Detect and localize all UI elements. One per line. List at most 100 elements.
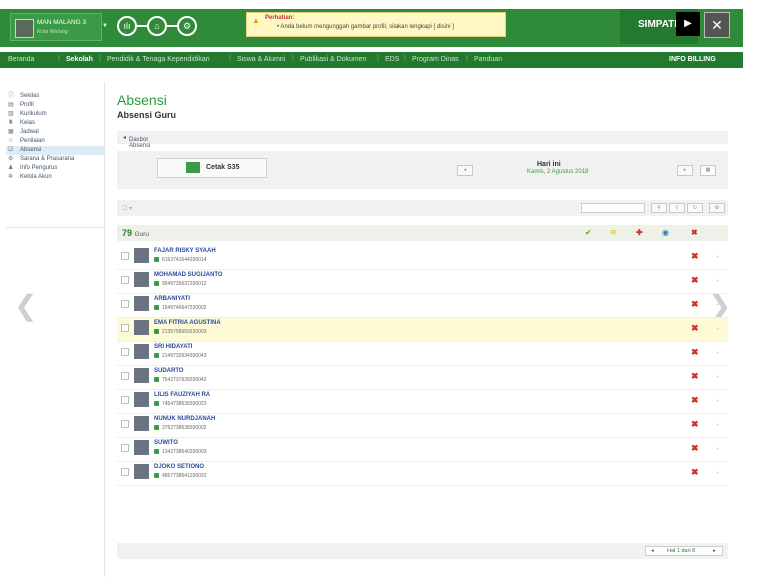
absent-icon[interactable]: ✖ [691, 251, 699, 262]
chevron-down-icon[interactable]: ⌄ [715, 300, 720, 307]
teacher-name[interactable]: ARBANIYATI [154, 296, 190, 302]
sidebar-item-penilaian[interactable]: ☆ Penilaian [6, 137, 104, 146]
sidebar-item-profil[interactable]: ▤ Profil [6, 101, 104, 110]
row-checkbox[interactable] [121, 300, 129, 308]
menu-eds[interactable]: EDS [385, 56, 399, 63]
school-icon[interactable]: ⌂ [147, 16, 167, 36]
teacher-name[interactable]: MOHAMAD SUGIJANTO [154, 272, 223, 278]
teacher-name[interactable]: LILIS FAUZIYAH RA [154, 392, 210, 398]
table-row[interactable]: FAJAR RISKY SYAAH 6163741644200014 ✖ ⌄ [117, 246, 728, 270]
gear-icon[interactable]: ⚙ [709, 203, 725, 213]
prev-page-button[interactable]: ◂ [651, 547, 654, 555]
sidebar-item-sekilas[interactable]: ⓘ Sekilas [6, 92, 104, 101]
chevron-down-icon[interactable]: ⌄ [715, 444, 720, 451]
table-row[interactable]: SUDARTO 7542737639200042 ✖ ⌄ [117, 366, 728, 390]
sidebar-item-absensi[interactable]: ☑ Absensi [6, 146, 104, 155]
mail-icon[interactable]: ✉ [610, 228, 617, 237]
plus-icon[interactable]: ✚ [636, 228, 643, 237]
row-checkbox[interactable] [121, 396, 129, 404]
gear-icon[interactable]: ⚙ [177, 16, 197, 36]
sidebar-item-info-pengurus[interactable]: ♟ Info Pengurus [6, 164, 104, 173]
absent-icon[interactable]: ✖ [691, 299, 699, 310]
avatar [134, 440, 149, 455]
chevron-down-icon[interactable]: ⌄ [715, 252, 720, 259]
table-row[interactable]: EMA FITRIA AGUSTINA 2135758659220003 ✖ ⌄ [117, 318, 728, 342]
chevron-down-icon[interactable]: ⌄ [715, 324, 720, 331]
absent-icon[interactable]: ✖ [691, 371, 699, 382]
absent-icon[interactable]: ✖ [691, 419, 699, 430]
absent-icon[interactable]: ✖ [691, 395, 699, 406]
row-checkbox[interactable] [121, 348, 129, 356]
sidebar-item-kurikulum[interactable]: ▥ Kurikulum [6, 110, 104, 119]
chevron-down-icon[interactable]: ⌄ [715, 348, 720, 355]
chevron-down-icon[interactable]: ⌄ [715, 468, 720, 475]
refresh-icon[interactable]: ↻ [687, 203, 703, 213]
table-row[interactable]: SRI HIDAYATI 2149732634300043 ✖ ⌄ [117, 342, 728, 366]
menu-sekolah[interactable]: Sekolah [66, 56, 93, 63]
absent-icon[interactable]: ✖ [691, 443, 699, 454]
info-billing-link[interactable]: INFO BILLING [669, 56, 716, 63]
teacher-name[interactable]: NUNUK NURDJANAH [154, 416, 215, 422]
row-checkbox[interactable] [121, 420, 129, 428]
menu-panduan[interactable]: Panduan [474, 56, 502, 63]
next-day-button[interactable]: ▸ [677, 165, 693, 176]
absent-icon[interactable]: ✖ [691, 347, 699, 358]
row-checkbox[interactable] [121, 468, 129, 476]
teacher-name[interactable]: DJOKO SETIONO [154, 464, 204, 470]
search-input[interactable] [581, 203, 645, 213]
teacher-name[interactable]: SRI HIDAYATI [154, 344, 192, 350]
check-icon[interactable]: ✔ [585, 228, 592, 237]
prev-day-button[interactable]: ◂ [457, 165, 473, 176]
breadcrumb-back-link[interactable]: ◂ Dasbor Absensi [123, 134, 150, 149]
sidebar-item-sarana[interactable]: ⚙ Sarana & Prasarana [6, 155, 104, 164]
row-checkbox[interactable] [121, 324, 129, 332]
alert-message[interactable]: • Anda belum mengunggah gambar profil, s… [277, 24, 454, 30]
table-row[interactable]: DJOKO SETIONO 4857738641200032 ✖ ⌄ [117, 462, 728, 486]
row-checkbox[interactable] [121, 444, 129, 452]
row-checkbox[interactable] [121, 372, 129, 380]
chevron-down-icon[interactable]: ⌄ [715, 372, 720, 379]
menu-program-dinas[interactable]: Program Dinas [412, 56, 459, 63]
teacher-name[interactable]: SUDARTO [154, 368, 184, 374]
chevron-down-icon[interactable]: ⌄ [715, 420, 720, 427]
table-row[interactable]: NUNUK NURDJANAH 3752738638300002 ✖ ⌄ [117, 414, 728, 438]
clock-icon[interactable]: ◉ [662, 228, 669, 237]
school-selector[interactable]: MAN MALANG 3 Kota Malang [10, 13, 102, 41]
chevron-down-icon[interactable]: ⌄ [715, 396, 720, 403]
chevron-left-icon[interactable]: ❮ [14, 289, 37, 322]
search-icon[interactable]: ⚲ [651, 203, 667, 213]
sidebar-item-kelas[interactable]: ♜ Kelas [6, 119, 104, 128]
pager-control[interactable]: ◂ Hal 1 dari 8 ▸ [645, 546, 723, 556]
sidebar-item-kelola-akun[interactable]: ✲ Kelola Akun [6, 173, 104, 182]
table-row[interactable]: MOHAMAD SUGIJANTO 9549735637200012 ✖ ⌄ [117, 270, 728, 294]
absent-icon[interactable]: ✖ [691, 467, 699, 478]
teacher-nip: 6163741644200014 [162, 257, 207, 263]
table-row[interactable]: LILIS FAUZIYAH RA 7454738639300023 ✖ ⌄ [117, 390, 728, 414]
close-icon[interactable]: ✖ [691, 228, 698, 237]
close-icon[interactable]: ✕ [704, 12, 730, 38]
next-page-button[interactable]: ▸ [713, 547, 716, 555]
teacher-name[interactable]: SUWITO [154, 440, 178, 446]
row-checkbox[interactable] [121, 276, 129, 284]
sidebar-divider [6, 227, 104, 228]
print-button[interactable]: Cetak S35 [157, 158, 267, 178]
menu-siswa[interactable]: Siswa & Alumni [237, 56, 285, 63]
table-row[interactable]: ARBANIYATI 1549746647220002 ✖ ⌄ [117, 294, 728, 318]
chevron-down-icon[interactable]: ▼ [102, 23, 108, 29]
menu-beranda[interactable]: Beranda [8, 56, 34, 63]
chart-icon[interactable]: ılı [117, 16, 137, 36]
absent-icon[interactable]: ✖ [691, 275, 699, 286]
chevron-down-icon[interactable]: ⌄ [715, 276, 720, 283]
upload-icon[interactable]: ⇧ [669, 203, 685, 213]
menu-ptk[interactable]: Pendidik & Tenaga Kependidikan [107, 56, 210, 63]
row-checkbox[interactable] [121, 252, 129, 260]
teacher-name[interactable]: EMA FITRIA AGUSTINA [154, 320, 221, 326]
absent-icon[interactable]: ✖ [691, 323, 699, 334]
menu-publikasi[interactable]: Publikasi & Dokumen [300, 56, 367, 63]
calendar-icon[interactable]: ▦ [700, 165, 716, 176]
select-all-checkbox[interactable]: ☐ ▾ [122, 205, 132, 212]
table-row[interactable]: SUWITO 1342738640200003 ✖ ⌄ [117, 438, 728, 462]
sidebar-item-jadwal[interactable]: ▦ Jadwal [6, 128, 104, 137]
next-icon[interactable]: ▶ [676, 12, 700, 36]
teacher-name[interactable]: FAJAR RISKY SYAAH [154, 248, 216, 254]
